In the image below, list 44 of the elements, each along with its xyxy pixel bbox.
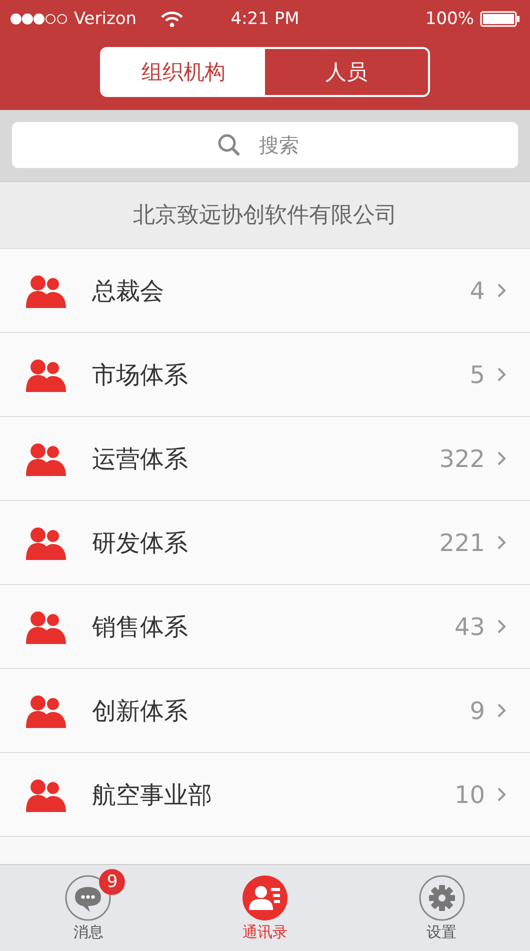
tab-bar-item[interactable]: 通讯录 (176, 865, 354, 951)
group-icon (26, 442, 66, 476)
department-name: 研发体系 (92, 528, 189, 558)
chevron-icon (497, 703, 506, 718)
unread-badge: 9 (99, 868, 126, 894)
battery-icon (480, 11, 520, 27)
group-icon (26, 526, 66, 560)
department-name: 市场体系 (92, 360, 189, 390)
member-count: 9 (470, 696, 485, 724)
department-name: 总裁会 (92, 276, 165, 306)
chevron-icon (497, 367, 506, 382)
chevron-icon (497, 535, 506, 550)
member-count: 221 (439, 528, 485, 556)
member-count: 322 (439, 444, 485, 472)
company-name: 北京致远协创软件有限公司 (133, 202, 397, 230)
search-icon (217, 133, 241, 157)
battery-level: 100% (425, 9, 474, 29)
chevron-icon (497, 787, 506, 802)
settings-icon (418, 874, 465, 920)
group-icon (26, 610, 66, 644)
chevron-icon (497, 451, 506, 466)
group-icon (26, 274, 66, 308)
member-count: 4 (470, 276, 485, 304)
department-name: 销售体系 (92, 612, 189, 642)
tab-bar-item[interactable]: 9 消息 (0, 865, 177, 951)
chevron-icon (497, 619, 506, 634)
member-count: 5 (470, 360, 485, 388)
signal-icon (10, 13, 68, 25)
department-name: 航空事业部 (92, 780, 213, 810)
group-icon (26, 694, 66, 728)
tab-bar-item[interactable]: 设置 (353, 865, 530, 951)
department-name: 创新体系 (92, 696, 189, 726)
group-icon (26, 778, 66, 812)
carrier-name: Verizon (74, 9, 137, 29)
group-icon (26, 358, 66, 392)
segment-tab[interactable]: 组织机构 (102, 49, 265, 95)
contacts-icon (242, 874, 288, 920)
chevron-icon (497, 283, 506, 298)
member-count: 10 (454, 780, 485, 808)
wifi-icon (160, 11, 183, 27)
status-time: 4:21 PM (230, 9, 300, 29)
department-name: 运营体系 (92, 444, 189, 474)
member-count: 43 (454, 612, 485, 640)
search-field[interactable]: 搜索 (12, 122, 518, 168)
